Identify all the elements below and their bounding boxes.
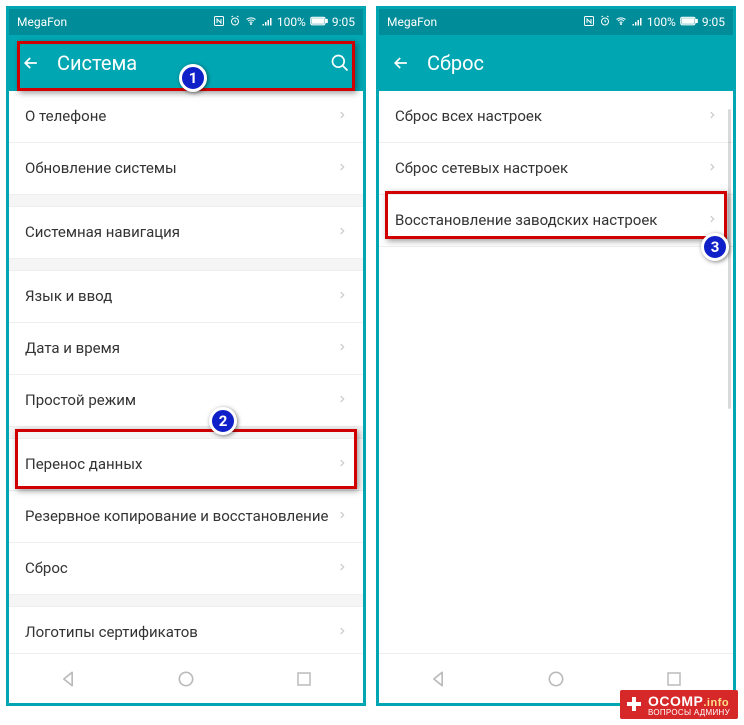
- status-bar: MegaFon 100% 9:05: [379, 9, 733, 35]
- nfc-icon: [213, 15, 225, 30]
- nav-back[interactable]: [54, 665, 82, 693]
- alarm-icon: [229, 15, 241, 30]
- nav-back[interactable]: [424, 665, 452, 693]
- back-button[interactable]: [391, 53, 411, 73]
- chevron-right-icon: [337, 160, 347, 178]
- row-label: Перенос данных: [25, 455, 329, 475]
- row-label: Дата и время: [25, 339, 329, 359]
- chevron-right-icon: [337, 288, 347, 306]
- row-label: О телефоне: [25, 107, 329, 127]
- section-gap: [9, 595, 363, 607]
- row-simple-mode[interactable]: Простой режим: [9, 375, 363, 427]
- chevron-right-icon: [337, 224, 347, 242]
- chevron-right-icon: [337, 392, 347, 410]
- row-factory-reset[interactable]: Восстановление заводских настроек: [379, 195, 733, 247]
- chevron-right-icon: [337, 508, 347, 526]
- row-data-transfer[interactable]: Перенос данных: [9, 439, 363, 491]
- page-title: Система: [57, 51, 313, 75]
- row-label: Сброс сетевых настроек: [395, 159, 699, 179]
- clock-text: 9:05: [332, 15, 355, 29]
- phone-right: MegaFon 100% 9:05: [376, 6, 736, 706]
- row-label: Простой режим: [25, 391, 329, 411]
- row-label: Системная навигация: [25, 223, 329, 243]
- row-label: Язык и ввод: [25, 287, 329, 307]
- row-label: Логотипы сертификатов: [25, 623, 329, 643]
- watermark-sub: ВОПРОСЫ АДМИНУ: [648, 709, 730, 717]
- back-button[interactable]: [21, 53, 41, 73]
- section-gap: [9, 259, 363, 271]
- nfc-icon: [583, 15, 595, 30]
- app-header: Сброс: [379, 35, 733, 91]
- row-label: Сброс всех настроек: [395, 107, 699, 127]
- section-gap: [9, 427, 363, 439]
- row-label: Восстановление заводских настроек: [395, 211, 699, 231]
- app-header: Система: [9, 35, 363, 91]
- row-label: Сброс: [25, 559, 329, 579]
- row-backup-restore[interactable]: Резервное копирование и восстановление: [9, 491, 363, 543]
- battery-icon: [680, 15, 698, 29]
- signal-icon: [261, 15, 273, 30]
- nav-recent[interactable]: [290, 665, 318, 693]
- row-system-update[interactable]: Обновление системы: [9, 143, 363, 195]
- battery-icon: [310, 15, 328, 29]
- nav-home[interactable]: [542, 665, 570, 693]
- nav-recent[interactable]: [660, 665, 688, 693]
- search-button[interactable]: [329, 52, 351, 74]
- row-date-time[interactable]: Дата и время: [9, 323, 363, 375]
- row-system-navigation[interactable]: Системная навигация: [9, 207, 363, 259]
- chevron-right-icon: [707, 108, 717, 126]
- carrier-label: MegaFon: [17, 15, 67, 29]
- row-reset-network[interactable]: Сброс сетевых настроек: [379, 143, 733, 195]
- carrier-label: MegaFon: [387, 15, 437, 29]
- watermark-brand: OCOMP: [648, 693, 703, 709]
- chevron-right-icon: [337, 340, 347, 358]
- phone-left: MegaFon 100% 9:05: [6, 6, 366, 706]
- alarm-icon: [599, 15, 611, 30]
- nav-bar: [9, 653, 363, 703]
- scrollbar[interactable]: [728, 109, 731, 409]
- chevron-right-icon: [707, 160, 717, 178]
- row-reset[interactable]: Сброс: [9, 543, 363, 595]
- settings-list: Сброс всех настроек Сброс сетевых настро…: [379, 91, 733, 653]
- section-gap: [9, 195, 363, 207]
- wifi-icon: [245, 15, 257, 30]
- signal-icon: [631, 15, 643, 30]
- chevron-right-icon: [337, 456, 347, 474]
- clock-text: 9:05: [702, 15, 725, 29]
- status-right: 100% 9:05: [213, 15, 355, 30]
- chevron-right-icon: [337, 624, 347, 642]
- chevron-right-icon: [337, 560, 347, 578]
- row-reset-all[interactable]: Сброс всех настроек: [379, 91, 733, 143]
- settings-list: О телефоне Обновление системы Системная …: [9, 91, 363, 653]
- watermark: OCOMP.info ВОПРОСЫ АДМИНУ: [620, 690, 738, 719]
- page-title: Сброс: [427, 51, 721, 75]
- status-bar: MegaFon 100% 9:05: [9, 9, 363, 35]
- battery-text: 100%: [277, 15, 306, 29]
- status-right: 100% 9:05: [583, 15, 725, 30]
- row-cert-logos[interactable]: Логотипы сертификатов: [9, 607, 363, 653]
- battery-text: 100%: [647, 15, 676, 29]
- nav-home[interactable]: [172, 665, 200, 693]
- wifi-icon: [615, 15, 627, 30]
- row-label: Резервное копирование и восстановление: [25, 507, 329, 527]
- plus-icon: [624, 694, 644, 714]
- chevron-right-icon: [337, 108, 347, 126]
- row-language-input[interactable]: Язык и ввод: [9, 271, 363, 323]
- chevron-right-icon: [707, 212, 717, 230]
- row-about-phone[interactable]: О телефоне: [9, 91, 363, 143]
- row-label: Обновление системы: [25, 159, 329, 179]
